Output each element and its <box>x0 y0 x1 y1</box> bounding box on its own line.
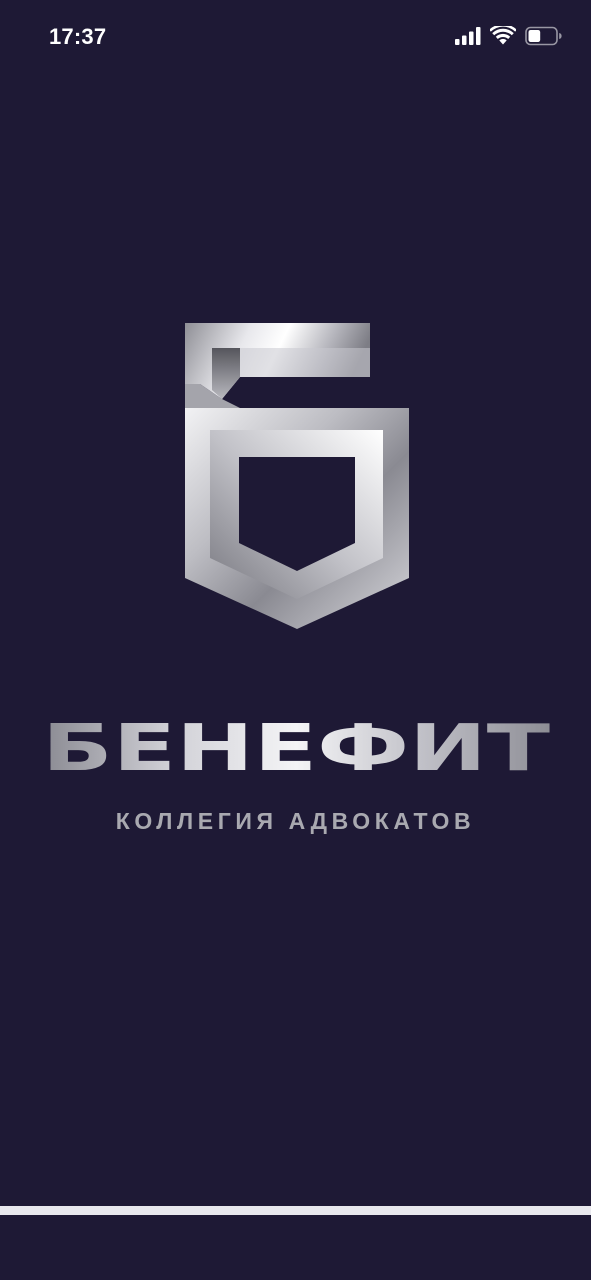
status-icons <box>455 24 563 51</box>
benefit-shield-logo-icon <box>182 320 412 632</box>
status-bar: 17:37 <box>0 0 591 76</box>
splash-screen: 17:37 БЕНЕФИТ КОЛЛЕГИЯ АДВОКАТОВ <box>0 0 591 1280</box>
home-indicator <box>0 1206 591 1215</box>
brand-name-text: БЕНЕФИТ <box>42 712 550 776</box>
brand-wordmark: БЕНЕФИТ <box>40 712 552 786</box>
status-time: 17:37 <box>49 24 107 49</box>
battery-icon <box>525 26 563 51</box>
wifi-icon <box>489 24 517 50</box>
brand-tagline: КОЛЛЕГИЯ АДВОКАТОВ <box>115 808 476 834</box>
cellular-signal-icon <box>455 26 481 50</box>
